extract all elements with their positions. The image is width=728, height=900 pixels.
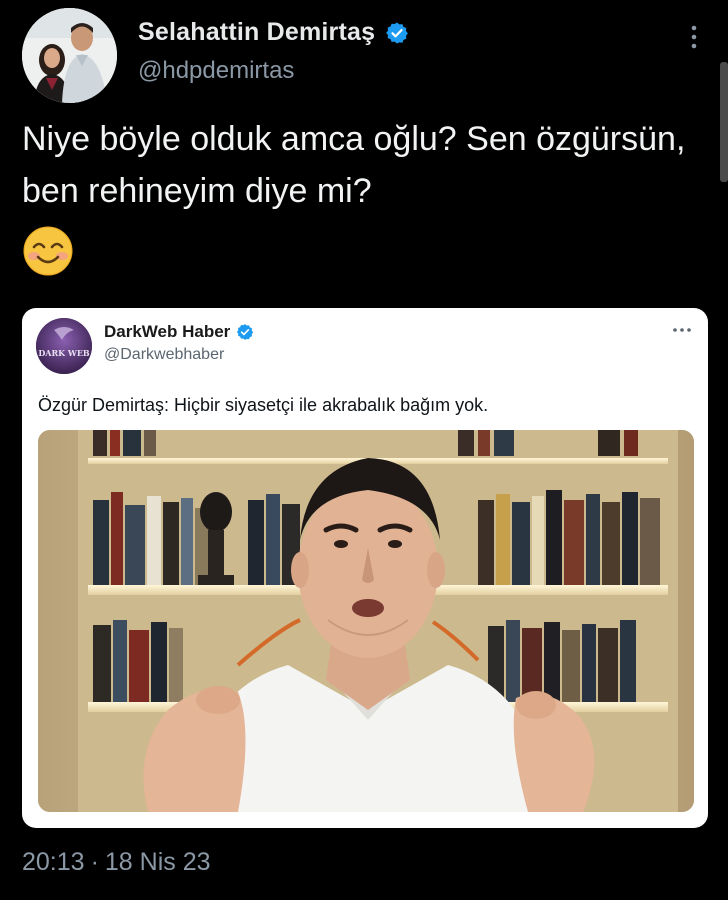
quoted-tweet-photo[interactable] — [38, 430, 694, 812]
verified-badge-icon — [386, 22, 409, 43]
author-avatar[interactable] — [22, 8, 117, 103]
quoted-tweet-text: Özgür Demirtaş: Hiçbir siyasetçi ile akr… — [38, 395, 489, 415]
more-horizontal-icon — [673, 328, 691, 332]
quoted-more-options-button[interactable] — [672, 322, 692, 332]
scrollbar-thumb[interactable] — [720, 62, 728, 182]
tweet-view: Selahattin Demirtaş @hdpdemirtas Niye bö… — [0, 0, 728, 900]
author-name-row[interactable]: Selahattin Demirtaş — [138, 18, 409, 47]
quoted-display-name[interactable]: DarkWeb Haber — [104, 322, 230, 342]
quoted-handle[interactable]: @Darkwebhaber — [104, 346, 224, 364]
author-handle[interactable]: @hdpdemirtas — [138, 57, 294, 85]
photo-bookshelf-speaker — [38, 430, 694, 812]
darkweb-logo: DARK WEB — [36, 318, 92, 374]
smiling-face-emoji-icon — [22, 225, 74, 277]
tweet-timestamp[interactable]: 20:13 · 18 Nis 23 — [22, 848, 211, 877]
verified-badge-icon — [237, 324, 254, 340]
timestamp-date[interactable]: 18 Nis 23 — [105, 848, 211, 876]
logo-text: DARK WEB — [38, 348, 90, 358]
timestamp-time[interactable]: 20:13 — [22, 848, 85, 876]
more-options-button[interactable] — [682, 22, 706, 52]
avatar-photo — [22, 8, 117, 103]
timestamp-separator: · — [90, 848, 99, 876]
quoted-author-avatar[interactable]: DARK WEB — [36, 318, 92, 374]
quoted-tweet-card[interactable]: DARK WEB DarkWeb Haber @Darkwebhaber Özg… — [22, 308, 708, 828]
quoted-name-row[interactable]: DarkWeb Haber — [104, 322, 254, 342]
author-display-name[interactable]: Selahattin Demirtaş — [138, 18, 375, 47]
tweet-text: Niye böyle olduk amca oğlu? Sen özgürsün… — [22, 120, 686, 210]
more-vertical-icon — [691, 25, 697, 49]
